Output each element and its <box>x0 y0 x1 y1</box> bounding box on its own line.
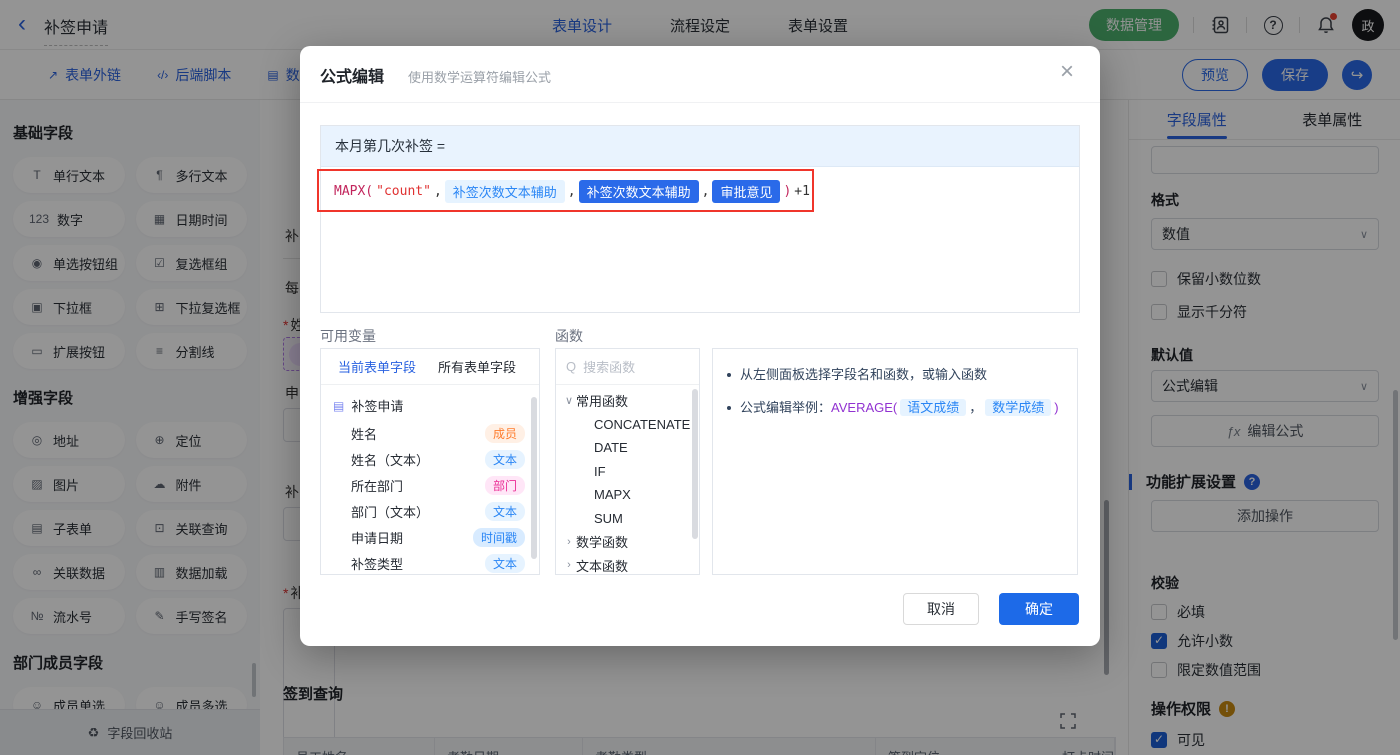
example-function-name: AVERAGE( <box>831 400 898 415</box>
formula-editor: 本月第几次补签 = MAPX( "count" , 补签次数文本辅助 , 补签次… <box>317 125 1080 313</box>
formula-token[interactable]: , <box>702 184 710 199</box>
function-row[interactable]: SUM <box>556 507 699 531</box>
function-row[interactable]: IF <box>556 460 699 484</box>
variables-tabs: 当前表单字段 所有表单字段 <box>321 349 539 385</box>
function-name: IF <box>594 463 606 479</box>
variables-label: 可用变量 <box>320 328 376 344</box>
formula-token[interactable]: MAPX( <box>334 184 373 199</box>
function-row[interactable]: › 数学函数 <box>556 530 699 554</box>
variable-row[interactable]: 姓名（文本） 文本 <box>321 446 539 472</box>
example-field-pill: 语文成绩 <box>900 399 967 416</box>
confirm-button[interactable]: 确定 <box>999 593 1079 625</box>
formula-token[interactable]: 补签次数文本辅助 <box>578 180 699 203</box>
functions-panel: Q 搜索函数 ∨ 常用函数 CONCATENATE DATE IF MAPX S… <box>555 348 700 575</box>
formula-token[interactable]: 审批意见 <box>712 180 781 203</box>
search-icon: Q <box>566 359 577 374</box>
help-bullet-1: 从左侧面板选择字段名和函数，或输入函数 <box>727 365 1063 385</box>
variable-row[interactable]: 申请日期 时间戳 <box>321 524 539 550</box>
variable-name: 所在部门 <box>351 478 404 494</box>
tab-current-form-fields[interactable]: 当前表单字段 <box>338 357 416 376</box>
function-row[interactable]: DATE <box>556 436 699 460</box>
formula-edit-modal: 公式编辑 使用数学运算符编辑公式 × 本月第几次补签 = MAPX( "coun… <box>300 46 1100 646</box>
search-placeholder: 搜索函数 <box>583 360 636 375</box>
help-panel: 从左侧面板选择字段名和函数，或输入函数 公式编辑举例：AVERAGE(语文成绩，… <box>712 348 1078 575</box>
app-root: ‹ 补签申请 表单设计 流程设定 表单设置 数据管理 ? 政 ↗ 表单外链 ‹/… <box>0 0 1400 755</box>
divider <box>300 102 1100 103</box>
variables-panel: 当前表单字段 所有表单字段 ▤ 补签申请 姓名 成员 姓名（文本） 文本 所在部… <box>320 348 540 575</box>
caret-icon: ∨ <box>564 395 574 408</box>
formula-token[interactable]: , <box>434 184 442 199</box>
function-row[interactable]: MAPX <box>556 483 699 507</box>
form-tree-root[interactable]: ▤ 补签申请 <box>321 385 539 415</box>
formula-expression[interactable]: MAPX( "count" , 补签次数文本辅助 , 补签次数文本辅助 , 审批… <box>334 180 810 203</box>
caret-icon: › <box>567 535 571 548</box>
formula-target-label: 本月第几次补签 = <box>335 138 446 154</box>
help-text: 从左侧面板选择字段名和函数，或输入函数 <box>740 367 988 382</box>
function-name: SUM <box>594 510 623 526</box>
variable-row[interactable]: 姓名 成员 <box>321 420 539 446</box>
function-row[interactable]: CONCATENATE <box>556 413 699 437</box>
modal-title: 公式编辑 <box>320 69 385 86</box>
function-name: MAPX <box>594 487 631 503</box>
formula-target-bar: 本月第几次补签 = <box>321 126 1079 167</box>
variable-type-badge: 部门 <box>484 475 525 495</box>
formula-token[interactable]: +1 <box>794 184 810 199</box>
function-name: DATE <box>594 440 628 456</box>
variable-type-badge: 文本 <box>484 553 525 573</box>
help-example: 公式编辑举例：AVERAGE(语文成绩，数学成绩) <box>740 399 1059 416</box>
tab-all-form-fields[interactable]: 所有表单字段 <box>438 357 516 376</box>
variable-name: 补签类型 <box>351 556 404 572</box>
help-bullet-2: 公式编辑举例：AVERAGE(语文成绩，数学成绩) <box>727 398 1063 418</box>
function-name: 常用函数 <box>576 394 629 410</box>
bullet-dot <box>727 373 731 377</box>
example-field-pill: 数学成绩 <box>985 399 1052 416</box>
variable-type-badge: 时间戳 <box>472 527 525 547</box>
variable-type-badge: 成员 <box>484 423 525 443</box>
function-name: 文本函数 <box>576 558 629 574</box>
form-tree-root-label: 补签申请 <box>351 399 404 414</box>
formula-token[interactable]: 补签次数文本辅助 <box>444 180 565 203</box>
modal-subtitle: 使用数学运算符编辑公式 <box>408 70 552 85</box>
formula-token[interactable]: , <box>568 184 576 199</box>
function-name: CONCATENATE <box>594 416 691 432</box>
function-name: 数学函数 <box>576 535 629 551</box>
document-icon: ▤ <box>333 398 345 413</box>
formula-token[interactable]: ) <box>783 184 791 199</box>
variable-row[interactable]: 补签类型 文本 <box>321 550 539 576</box>
variable-row[interactable]: 所在部门 部门 <box>321 472 539 498</box>
function-row[interactable]: › 文本函数 <box>556 554 699 578</box>
variable-name: 申请日期 <box>351 530 404 546</box>
functions-label: 函数 <box>555 328 583 344</box>
close-icon[interactable]: × <box>1060 58 1074 86</box>
bullet-dot <box>727 406 731 410</box>
functions-scrollbar[interactable] <box>692 389 698 539</box>
variable-name: 姓名 <box>351 426 378 442</box>
function-search-input[interactable]: Q 搜索函数 <box>556 349 699 385</box>
variable-name: 部门（文本） <box>351 504 430 520</box>
function-row[interactable]: ∨ 常用函数 <box>556 389 699 413</box>
variable-name: 姓名（文本） <box>351 452 430 468</box>
cancel-button[interactable]: 取消 <box>903 593 979 625</box>
variable-type-badge: 文本 <box>484 501 525 521</box>
variable-list: 姓名 成员 姓名（文本） 文本 所在部门 部门 部门（文本） 文本 申请日期 时… <box>321 420 539 576</box>
caret-icon: › <box>567 559 571 572</box>
formula-token[interactable]: "count" <box>376 184 431 199</box>
variables-scrollbar[interactable] <box>531 397 537 559</box>
function-list: ∨ 常用函数 CONCATENATE DATE IF MAPX SUM › 数学… <box>556 389 699 577</box>
variable-type-badge: 文本 <box>484 449 525 469</box>
variable-row[interactable]: 部门（文本） 文本 <box>321 498 539 524</box>
